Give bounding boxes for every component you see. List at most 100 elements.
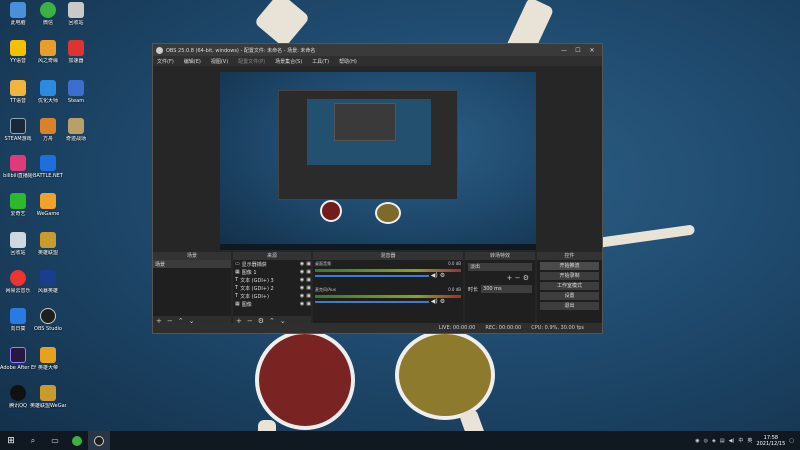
ime-indicator[interactable]: 中 [738, 437, 743, 444]
search-button[interactable]: ⌕ [22, 431, 44, 450]
volume-slider[interactable] [315, 275, 429, 277]
speaker-icon[interactable]: ◀) [431, 272, 438, 279]
eye-icon[interactable]: ◉ [300, 277, 304, 283]
eye-icon[interactable]: ◉ [300, 301, 304, 307]
nested-preview [278, 90, 458, 200]
close-button[interactable]: ✕ [585, 47, 599, 54]
lock-icon[interactable]: ▣ [306, 285, 311, 291]
netease-music-icon [10, 270, 26, 286]
title-bar[interactable]: OBS 25.0.8 (64-bit, windows) - 配置文件: 未命名… [153, 44, 602, 56]
lock-icon[interactable]: ▣ [306, 269, 311, 275]
mixer-channel-mic: 麦克风/Aux 0.0 dB ◀) ⚙ [315, 287, 461, 305]
task-view-button[interactable]: ▭ [44, 431, 66, 450]
menu-help[interactable]: 帮助(H) [339, 58, 357, 65]
wegame-icon [40, 193, 56, 209]
duration-input[interactable]: 300 ms [481, 285, 532, 293]
spoon-spice [395, 330, 495, 420]
desktop-icon[interactable]: OBS Studio [30, 308, 66, 332]
sources-dock: 来源 ▭ 显示器捕获 ◉ ▣ ▦ 图像 1 ◉ ▣ T 文本 (GDI+) 3 ◉ ▣ T 文本 (… [233, 252, 311, 325]
start-recording-button[interactable]: 开始录制 [540, 272, 599, 280]
game-icon [40, 347, 56, 363]
qq-icon [10, 385, 26, 401]
desktop-icon[interactable]: Steam [58, 80, 94, 104]
battlefield-icon [68, 118, 84, 134]
add-icon[interactable]: + [507, 274, 513, 282]
transition-select[interactable]: 淡出 [468, 263, 532, 271]
taskbar-wechat[interactable] [66, 431, 88, 450]
preview-taskbar [220, 244, 536, 250]
speaker-icon[interactable]: ◀) [431, 298, 438, 305]
desktop-icon[interactable]: BATTLE.NET [30, 155, 66, 179]
eye-icon[interactable]: ◉ [300, 269, 304, 275]
desktop-icon[interactable]: 英雄联盟WeGame版 [30, 385, 66, 409]
scenes-list: 场景 [153, 260, 231, 316]
menu-scene-collection[interactable]: 场景集合(S) [275, 58, 302, 65]
source-item[interactable]: T 文本 (GDI+) 3 ◉ ▣ [233, 276, 311, 284]
maximize-button[interactable]: ☐ [571, 47, 585, 54]
network-icon[interactable]: ▤ [720, 438, 725, 444]
gear-icon[interactable]: ⚙ [440, 298, 445, 305]
source-item[interactable]: ▭ 显示器捕获 ◉ ▣ [233, 260, 311, 268]
clock[interactable]: 17:58 2021/12/15 [756, 435, 785, 447]
menu-view[interactable]: 视图(V) [211, 58, 228, 65]
menu-file[interactable]: 文件(F) [157, 58, 174, 65]
menu-profile[interactable]: 配置文件(P) [238, 58, 265, 65]
eye-icon[interactable]: ◉ [300, 261, 304, 267]
lol-icon [40, 385, 56, 401]
desktop-icon[interactable]: 奇迹战场 [58, 118, 94, 142]
image-icon: ▦ [235, 269, 240, 275]
optimizer-icon [40, 80, 56, 96]
desktop-icon[interactable]: 英雄大帝 [30, 347, 66, 371]
lock-icon[interactable]: ▣ [306, 261, 311, 267]
desktop-icon[interactable]: 英雄联盟 [30, 232, 66, 256]
exit-button[interactable]: 退出 [540, 302, 599, 310]
monitor-icon: ▭ [235, 261, 240, 267]
sources-dock-title: 来源 [233, 252, 311, 260]
tray-app-icon[interactable]: ◉ [695, 438, 699, 444]
scene-item[interactable]: 场景 [153, 260, 231, 268]
settings-button[interactable]: 设置 [540, 292, 599, 300]
desktop-icon[interactable]: WeGame [30, 193, 66, 217]
notifications-icon[interactable]: ▢ [789, 438, 794, 444]
eye-icon[interactable]: ◉ [300, 293, 304, 299]
lock-icon[interactable]: ▣ [306, 293, 311, 299]
menu-edit[interactable]: 编辑(E) [184, 58, 201, 65]
gear-icon[interactable]: ⚙ [440, 272, 445, 279]
eye-icon[interactable]: ◉ [300, 285, 304, 291]
taskbar: ⊞ ⌕ ▭ ◉ ◎ ◈ ▤ ◀) 中 英 17:58 2021/12/15 ▢ [0, 431, 800, 450]
source-item[interactable]: T 文本 (GDI+) ◉ ▣ [233, 292, 311, 300]
duration-row: 时长 300 ms [468, 285, 532, 293]
remove-icon[interactable]: − [515, 274, 521, 282]
studio-mode-button[interactable]: 工作室模式 [540, 282, 599, 290]
window-title: OBS 25.0.8 (64-bit, windows) - 配置文件: 未命名… [166, 47, 316, 54]
menu-tools[interactable]: 工具(T) [312, 58, 329, 65]
source-item[interactable]: T 文本 (GDI+) 2 ◉ ▣ [233, 284, 311, 292]
lang-indicator[interactable]: 英 [747, 437, 752, 444]
recycle-bin-icon [68, 2, 84, 18]
steam-icon [10, 118, 26, 134]
source-item[interactable]: ▦ 图像 ◉ ▣ [233, 300, 311, 308]
volume-slider[interactable] [315, 301, 429, 303]
volume-icon[interactable]: ◀) [729, 438, 735, 444]
desktop-icon[interactable]: 风暴英雄 [30, 270, 66, 294]
computer-icon [10, 2, 26, 18]
start-streaming-button[interactable]: 开始推流 [540, 262, 599, 270]
preview-area [153, 66, 602, 272]
start-button[interactable]: ⊞ [0, 431, 22, 450]
tray-app-icon[interactable]: ◎ [704, 438, 708, 444]
minimize-button[interactable]: — [557, 47, 571, 54]
mixer-channel-desktop: 桌面音频 0.0 dB ◀) ⚙ [315, 261, 461, 279]
mixer-dock-title: 混音器 [313, 252, 463, 260]
text-icon: T [235, 277, 239, 283]
gear-icon[interactable]: ⚙ [523, 274, 529, 282]
lock-icon[interactable]: ▣ [306, 277, 311, 283]
ark-icon [40, 118, 56, 134]
lock-icon[interactable]: ▣ [306, 301, 311, 307]
taskbar-obs[interactable] [88, 431, 110, 450]
bilibili-icon [10, 155, 26, 171]
desktop-icon[interactable]: 回收站 [58, 2, 94, 26]
source-item[interactable]: ▦ 图像 1 ◉ ▣ [233, 268, 311, 276]
tray-app-icon[interactable]: ◈ [712, 438, 716, 444]
preview-canvas[interactable] [220, 72, 536, 250]
desktop-icon[interactable]: 加速器 [58, 40, 94, 64]
